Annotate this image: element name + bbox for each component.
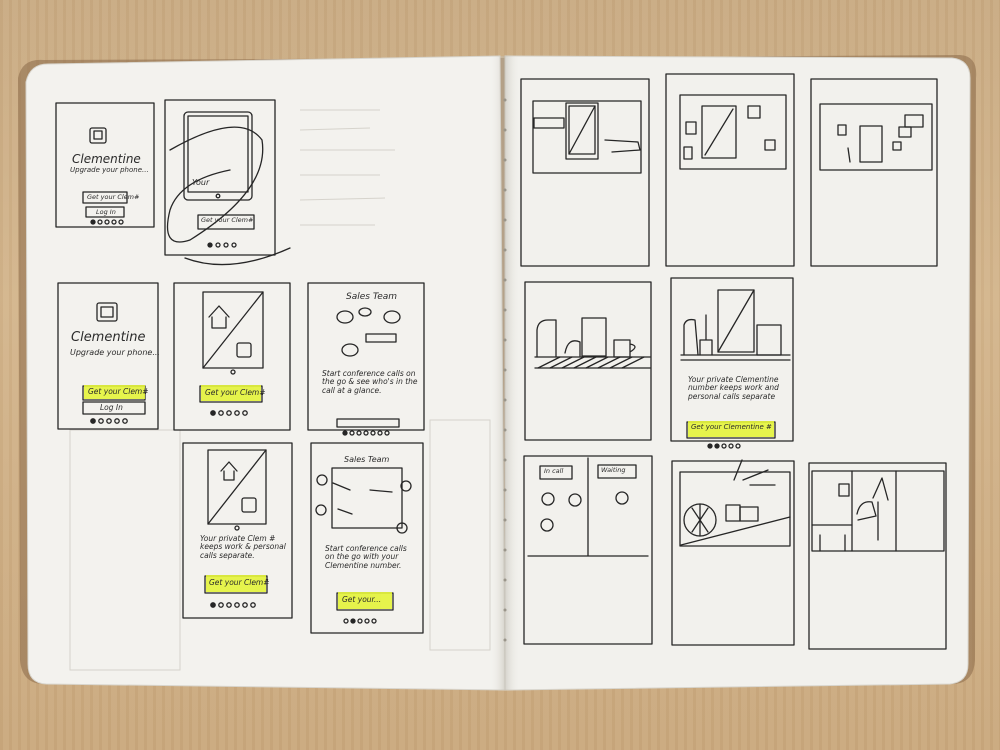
frame1-cta[interactable]: Get your Clem#: [87, 193, 139, 201]
frame2-scribble: Your: [192, 178, 210, 187]
frame1-title: Clementine: [72, 152, 141, 166]
frame12-body: Your private Clementine number keeps wor…: [688, 375, 779, 401]
right-page: [504, 55, 971, 691]
frame13-label-left: In call: [544, 467, 564, 475]
frame4-cta[interactable]: Get your Clem#: [205, 388, 266, 397]
frame5-header: Sales Team: [346, 292, 398, 302]
frame3-login[interactable]: Log In: [100, 403, 123, 412]
frame1-login[interactable]: Log In: [96, 208, 116, 216]
frame3-cta[interactable]: Get your Clem#: [88, 387, 149, 396]
frame12-cta[interactable]: Get your Clementine #: [691, 423, 772, 431]
frame7-cta[interactable]: Get your...: [342, 595, 381, 604]
frame7-header: Sales Team: [344, 455, 390, 464]
sketchbook: [18, 55, 977, 691]
frame5-body: Start conference calls on the go & see w…: [322, 369, 418, 395]
frame6-cta[interactable]: Get your Clem#: [209, 578, 270, 587]
frame3-subtitle: Upgrade your phone...: [70, 348, 160, 357]
frame13-label-right: Waiting: [601, 466, 626, 474]
frame2-cta[interactable]: Get your Clem#: [201, 216, 253, 224]
frame6-body: Your private Clem # keeps work & persona…: [200, 534, 286, 560]
frame1-subtitle: Upgrade your phone...: [70, 166, 149, 174]
frame3-title: Clementine: [71, 330, 146, 345]
frame7-body: Start conference calls on the go with yo…: [325, 544, 407, 570]
